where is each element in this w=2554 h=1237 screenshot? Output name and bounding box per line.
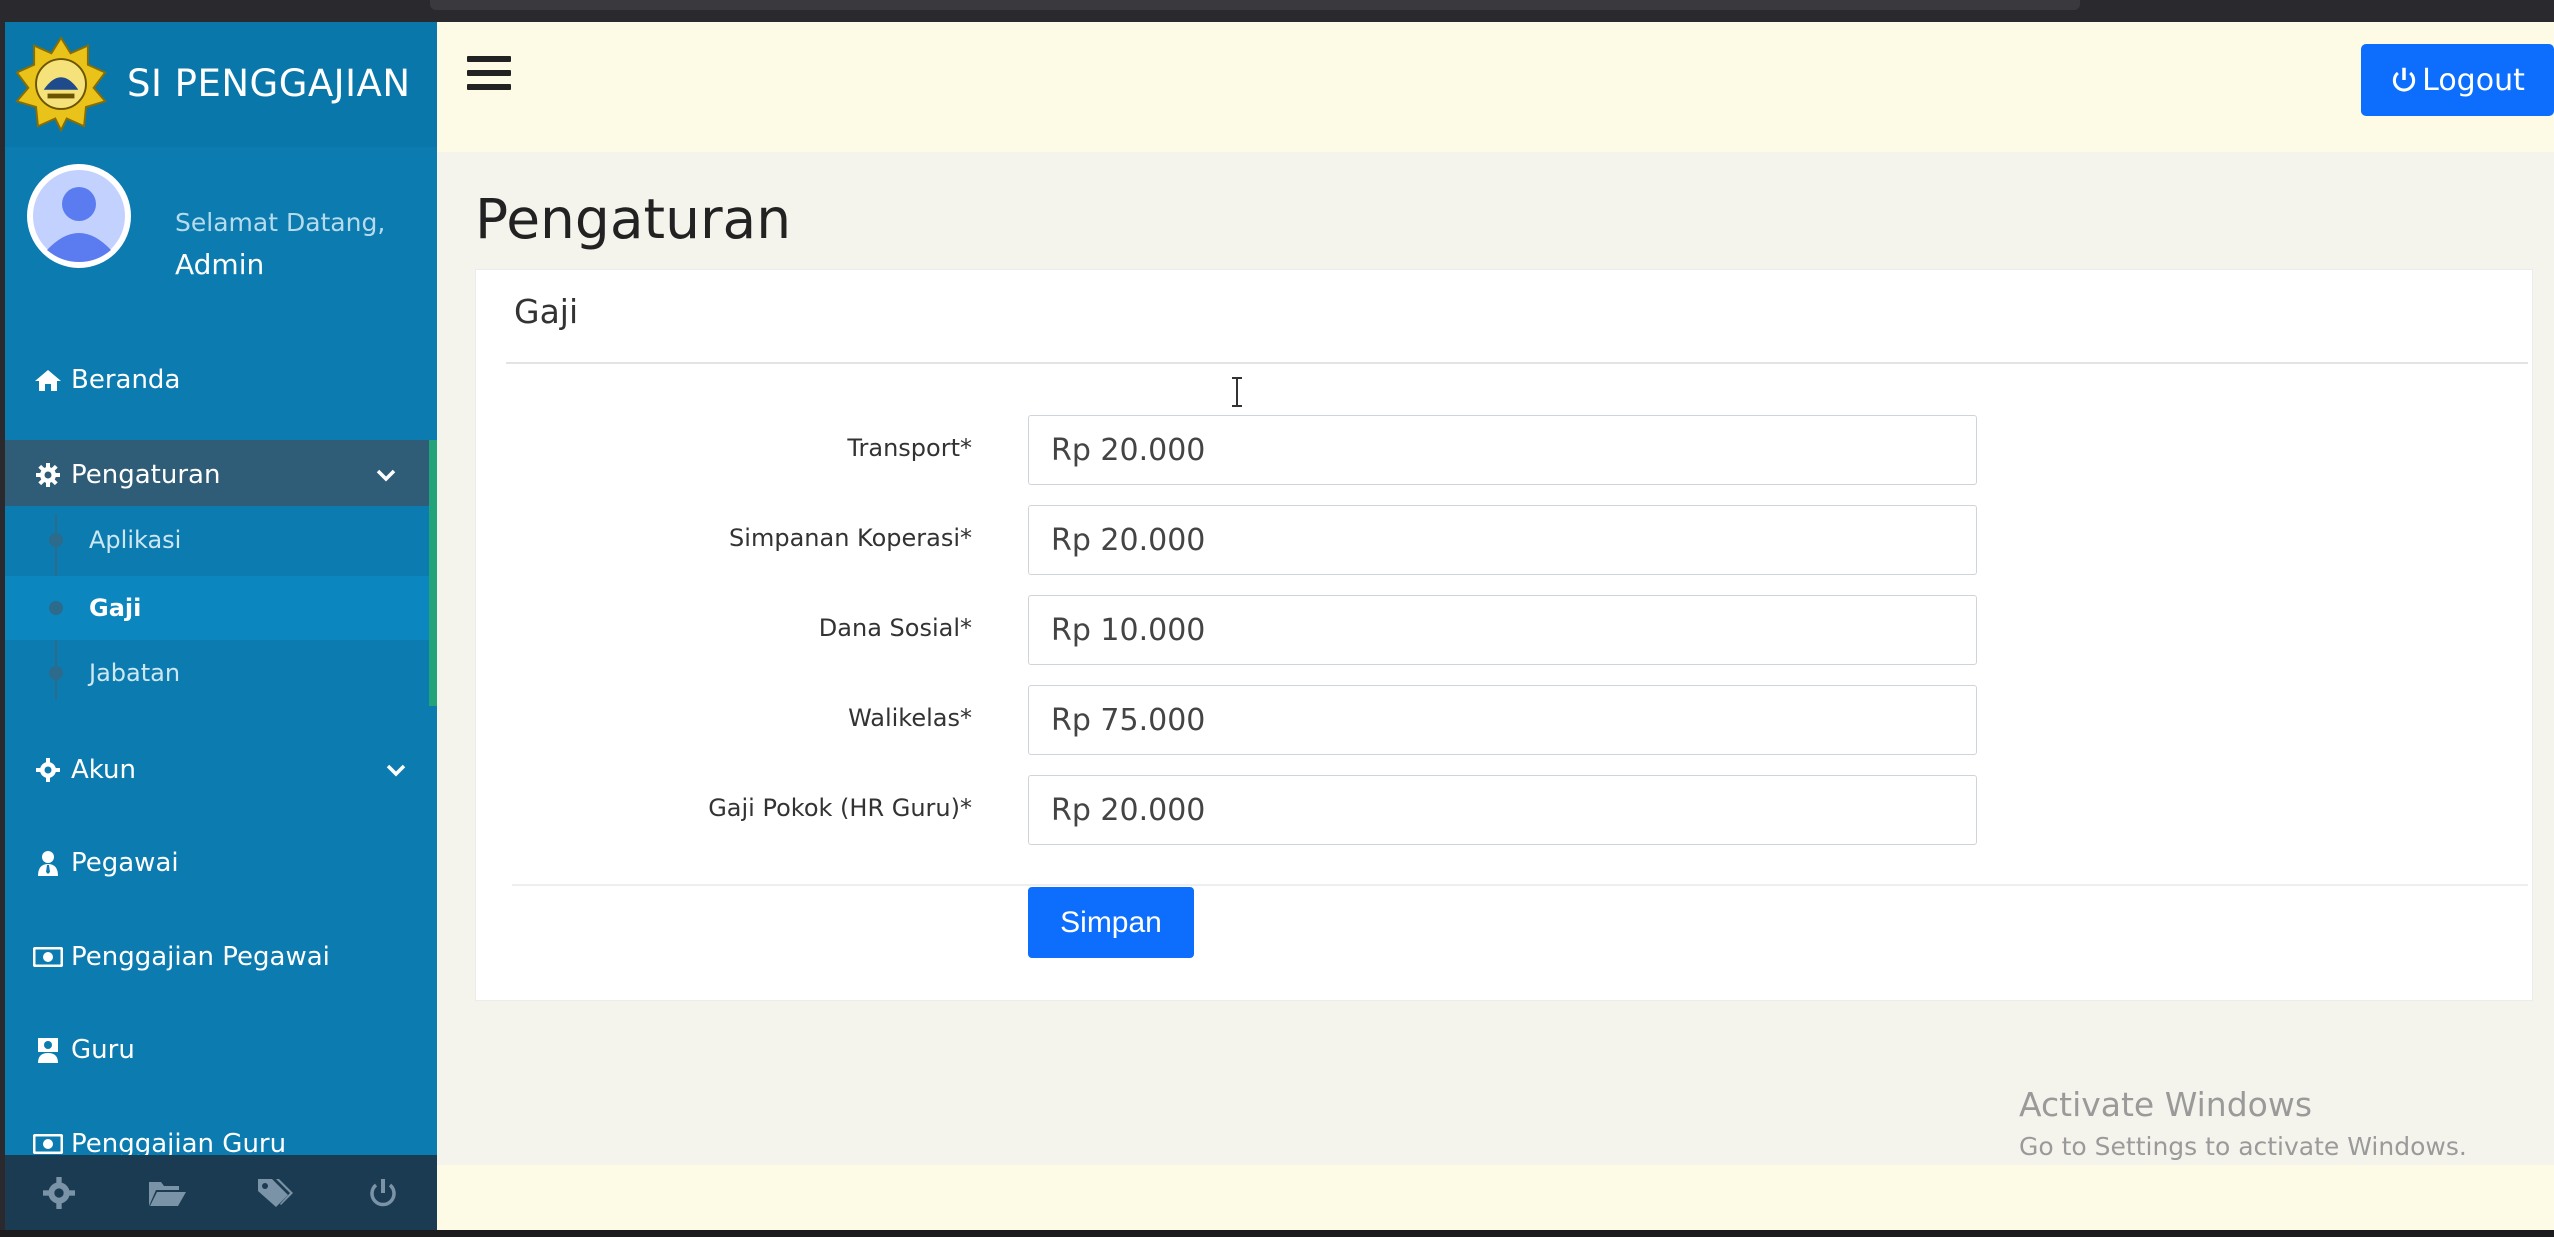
sidebar: SI PENGGAJIAN Selamat Datang, Admin Bera… [5, 22, 437, 1230]
submenu-item-label: Jabatan [89, 659, 181, 687]
walikelas-label: Walikelas* [848, 704, 972, 732]
greeting-text: Selamat Datang, [175, 208, 386, 237]
window-bottom-strip [0, 1230, 2554, 1237]
sidebar-item-label: Pengaturan [71, 460, 221, 490]
watermark-title: Activate Windows [2019, 1085, 2313, 1124]
footer-band [437, 1165, 2554, 1230]
transport-label: Transport* [847, 434, 972, 462]
sidebar-item-pengaturan[interactable]: Pengaturan [5, 440, 437, 510]
sidebar-item-label: Guru [71, 1035, 135, 1065]
gaji-pokok-field[interactable] [1028, 775, 1977, 845]
home-icon [33, 367, 63, 393]
submenu-item-aplikasi[interactable]: Aplikasi [5, 508, 429, 572]
sidebar-item-label: Pegawai [71, 848, 179, 878]
logout-button[interactable]: Logout [2361, 44, 2554, 116]
logo [15, 36, 107, 132]
gaji-pokok-label: Gaji Pokok (HR Guru)* [708, 794, 972, 822]
submenu-item-jabatan[interactable]: Jabatan [5, 641, 429, 705]
sidebar-item-label: Akun [71, 755, 136, 785]
dana-sosial-label: Dana Sosial* [818, 614, 972, 642]
chevron-down-icon [376, 469, 396, 482]
logout-label: Logout [2422, 62, 2525, 98]
submenu-item-label: Gaji [89, 594, 142, 622]
user-tie-icon [33, 850, 63, 876]
pengaturan-submenu: Aplikasi Gaji Jabatan [5, 506, 437, 706]
gear-icon [33, 462, 63, 488]
walikelas-field[interactable] [1028, 685, 1977, 755]
gear-icon[interactable] [39, 1173, 79, 1213]
sidebar-item-label: Beranda [71, 365, 181, 395]
power-icon [2393, 67, 2416, 92]
brand-title: SI PENGGAJIAN [127, 62, 411, 105]
gear-icon [33, 757, 63, 783]
windows-activation-watermark: Activate Windows Go to Settings to activ… [2019, 1085, 2467, 1161]
power-icon[interactable] [363, 1173, 403, 1213]
settings-card: Gaji Transport* Simpanan Koperasi* Dana … [475, 269, 2533, 1001]
divider [506, 362, 2528, 364]
chevron-down-icon [386, 764, 406, 777]
simpanan-koperasi-label: Simpanan Koperasi* [729, 524, 972, 552]
card-title: Gaji [514, 292, 579, 331]
user-panel: Selamat Datang, Admin [5, 152, 437, 302]
menu-toggle-icon[interactable] [467, 56, 511, 96]
sidebar-item-beranda[interactable]: Beranda [5, 345, 437, 415]
user-name: Admin [175, 248, 265, 281]
sidebar-item-label: Penggajian Pegawai [71, 942, 330, 972]
window-top-strip [0, 0, 2554, 22]
page-title: Pengaturan [475, 187, 792, 251]
simpanan-koperasi-field[interactable] [1028, 505, 1977, 575]
tags-icon[interactable] [255, 1173, 295, 1213]
watermark-subtitle: Go to Settings to activate Windows. [2019, 1132, 2467, 1161]
app-window: SI PENGGAJIAN Selamat Datang, Admin Bera… [5, 22, 2554, 1230]
topbar: Logout [437, 22, 2554, 152]
sidebar-item-guru[interactable]: Guru [5, 1015, 437, 1085]
teacher-icon [33, 1037, 63, 1063]
divider [512, 884, 2528, 886]
text-cursor-icon [1232, 377, 1242, 407]
transport-field[interactable] [1028, 415, 1977, 485]
sidebar-footer [5, 1155, 437, 1230]
avatar [27, 164, 131, 268]
money-bill-icon [33, 1131, 63, 1157]
money-bill-icon [33, 944, 63, 970]
folder-open-icon[interactable] [147, 1173, 187, 1213]
submenu-item-label: Aplikasi [89, 526, 182, 554]
dana-sosial-field[interactable] [1028, 595, 1977, 665]
submenu-item-gaji[interactable]: Gaji [5, 576, 429, 640]
save-button[interactable]: Simpan [1028, 887, 1194, 958]
sidebar-item-penggajian-pegawai[interactable]: Penggajian Pegawai [5, 922, 437, 992]
brand: SI PENGGAJIAN [5, 22, 437, 147]
sidebar-item-pegawai[interactable]: Pegawai [5, 828, 437, 898]
sidebar-item-akun[interactable]: Akun [5, 735, 437, 805]
